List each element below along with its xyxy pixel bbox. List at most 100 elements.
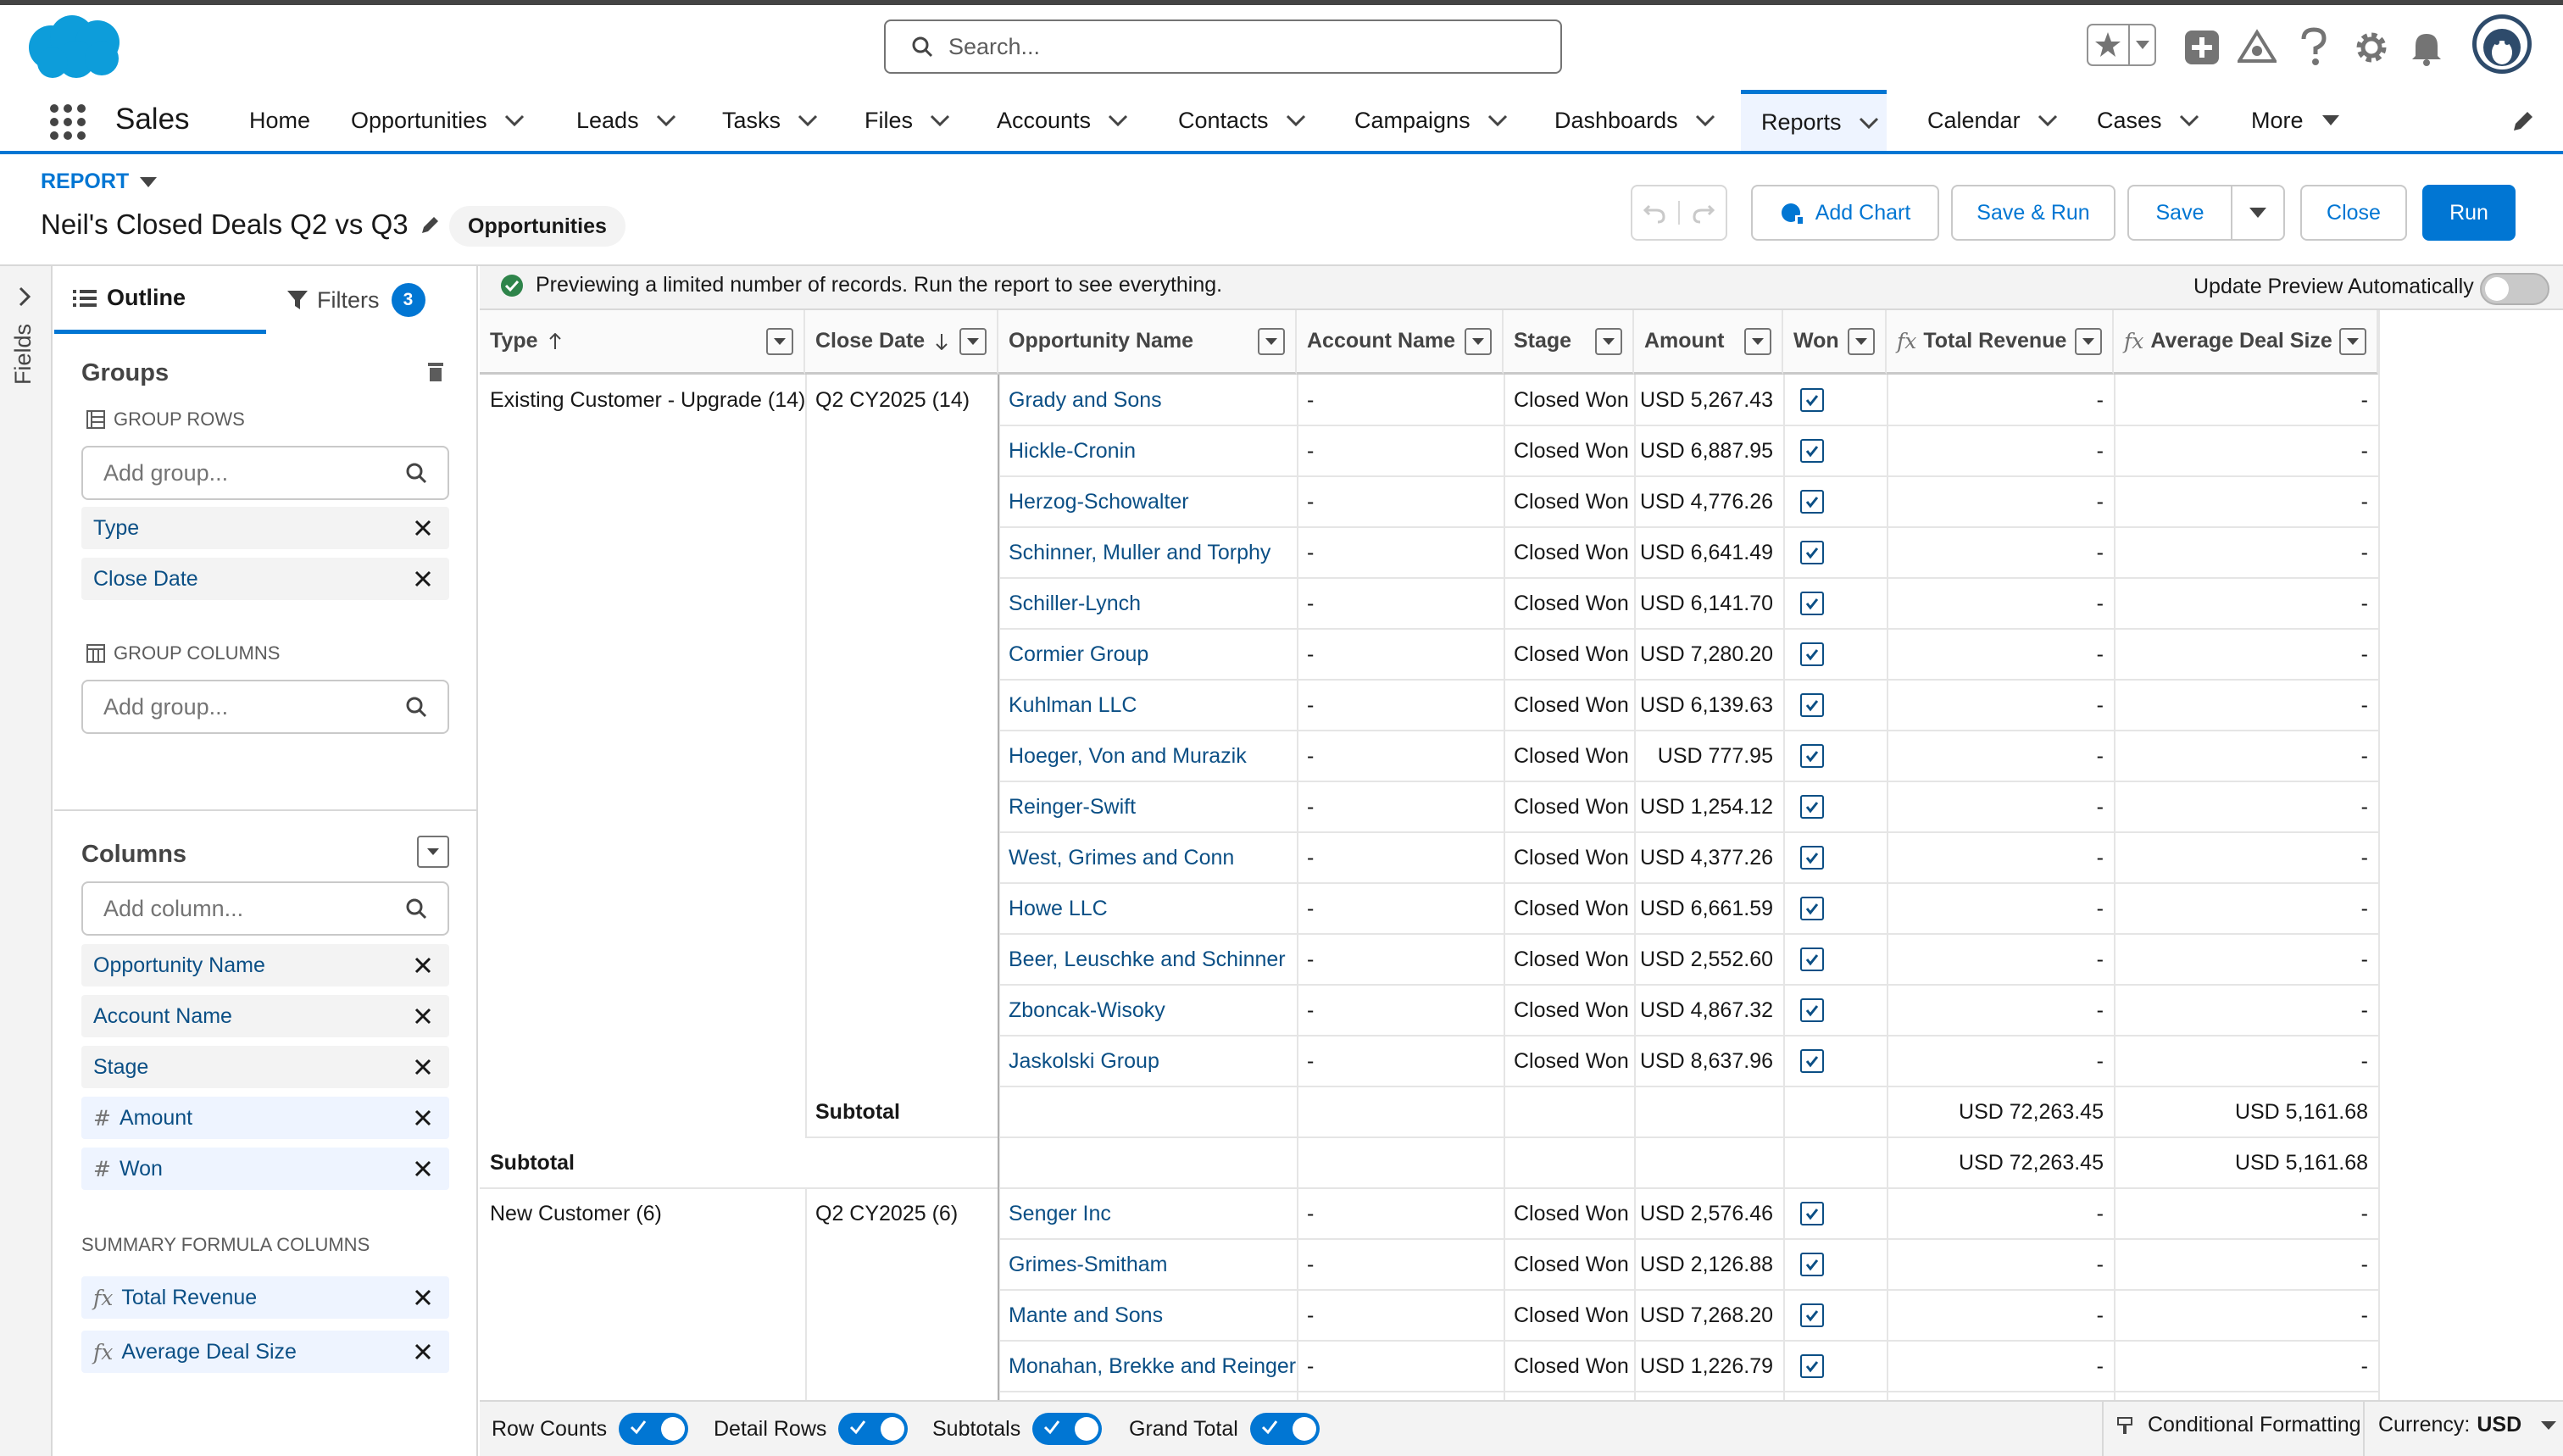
close-icon[interactable] <box>414 1109 432 1127</box>
close-icon[interactable] <box>414 1058 432 1076</box>
nav-item-files[interactable]: Files <box>851 90 964 151</box>
nav-item-reports[interactable]: Reports <box>1741 90 1887 151</box>
subtotals-toggle[interactable] <box>1032 1413 1103 1445</box>
column-menu-dropdown[interactable] <box>1465 327 1492 355</box>
column-chip-stage[interactable]: Stage <box>81 1046 449 1088</box>
column-menu-dropdown[interactable] <box>766 327 793 355</box>
salesforce-logo[interactable] <box>25 12 125 80</box>
delete-groups-icon[interactable] <box>425 361 446 383</box>
close-icon[interactable] <box>414 956 432 975</box>
column-header-won[interactable]: Won <box>1783 310 1887 375</box>
opportunity-link[interactable]: Hickle-Cronin <box>998 425 1297 476</box>
nav-item-more[interactable]: More <box>2238 90 2355 151</box>
column-header-close-date[interactable]: Close Date <box>805 310 998 375</box>
edit-pencil-icon[interactable] <box>420 214 441 235</box>
nav-item-leads[interactable]: Leads <box>563 90 690 151</box>
summary-chip-total-revenue[interactable]: fx Total Revenue <box>81 1276 449 1319</box>
chevron-down-icon[interactable] <box>1695 114 1715 126</box>
opportunity-link[interactable]: Zboncak-Wisoky <box>998 985 1297 1036</box>
nav-item-tasks[interactable]: Tasks <box>709 90 831 151</box>
conditional-formatting-button[interactable]: Conditional Formatting <box>2117 1413 2361 1437</box>
column-menu-dropdown[interactable] <box>2075 327 2102 355</box>
nav-item-contacts[interactable]: Contacts <box>1165 90 1320 151</box>
nav-item-opportunities[interactable]: Opportunities <box>337 90 538 151</box>
trailhead-icon[interactable] <box>2238 29 2277 66</box>
chevron-down-icon[interactable] <box>1108 114 1128 126</box>
opportunity-link[interactable]: Beer, Leuschke and Schinner <box>998 934 1297 985</box>
redo-icon[interactable] <box>1680 201 1727 225</box>
opportunity-link[interactable]: Hoeger, Von and Murazik <box>998 731 1297 781</box>
nav-item-dashboards[interactable]: Dashboards <box>1541 90 1729 151</box>
opportunity-link[interactable]: Herzog-Schowalter <box>998 476 1297 527</box>
caret-down-icon[interactable] <box>2321 114 2341 127</box>
nav-item-accounts[interactable]: Accounts <box>983 90 1142 151</box>
column-menu-dropdown[interactable] <box>1744 327 1771 355</box>
opportunity-link[interactable]: Mante and Sons <box>998 1290 1297 1341</box>
chevron-down-icon[interactable] <box>1286 114 1306 126</box>
close-icon[interactable] <box>414 519 432 537</box>
fields-rail-label[interactable]: Fields <box>10 324 36 385</box>
column-header-total-revenue[interactable]: fx Total Revenue <box>1887 310 2114 375</box>
columns-menu-dropdown[interactable] <box>417 836 449 868</box>
close-icon[interactable] <box>414 570 432 588</box>
column-chip-account-name[interactable]: Account Name <box>81 995 449 1037</box>
fields-rail[interactable] <box>0 266 53 1456</box>
caret-down-icon[interactable] <box>139 176 158 188</box>
column-header-average-deal-size[interactable]: fx Average Deal Size <box>2114 310 2378 375</box>
add-chart-button[interactable]: Add Chart <box>1751 185 1939 241</box>
help-icon[interactable] <box>2299 27 2329 66</box>
save-and-run-button[interactable]: Save & Run <box>1951 185 2115 241</box>
global-search-input[interactable]: Search... <box>884 19 1562 74</box>
opportunity-link[interactable]: Reinger-Swift <box>998 781 1297 832</box>
chevron-down-icon[interactable] <box>504 114 525 126</box>
column-header-opportunity-name[interactable]: Opportunity Name <box>998 310 1297 375</box>
chevron-down-icon[interactable] <box>2179 114 2199 126</box>
edit-nav-pencil-icon[interactable] <box>2510 110 2534 134</box>
close-icon[interactable] <box>414 1159 432 1178</box>
opportunity-link[interactable]: Schinner, Muller and Torphy <box>998 527 1297 578</box>
run-button[interactable]: Run <box>2422 185 2516 241</box>
column-menu-dropdown[interactable] <box>1258 327 1285 355</box>
chevron-down-icon[interactable] <box>2038 114 2058 126</box>
opportunity-link[interactable]: Cormier Group <box>998 629 1297 680</box>
opportunity-link[interactable]: West, Grimes and Conn <box>998 832 1297 883</box>
chevron-down-icon[interactable] <box>798 114 818 126</box>
row-counts-toggle[interactable] <box>619 1413 689 1445</box>
opportunity-link[interactable]: Grady and Sons <box>998 375 1297 425</box>
group-row-chip-close-date[interactable]: Close Date <box>81 558 449 600</box>
global-add-icon[interactable] <box>2183 29 2221 66</box>
report-label[interactable]: REPORT <box>41 169 158 194</box>
summary-chip-average-deal-size[interactable]: fx Average Deal Size <box>81 1331 449 1373</box>
undo-icon[interactable] <box>1631 201 1680 225</box>
nav-item-calendar[interactable]: Calendar <box>1914 90 2071 151</box>
close-icon[interactable] <box>414 1007 432 1025</box>
save-options-dropdown[interactable] <box>2231 185 2285 241</box>
column-header-stage[interactable]: Stage <box>1504 310 1634 375</box>
favorites-star-icon[interactable] <box>2087 24 2156 66</box>
close-button[interactable]: Close <box>2300 185 2407 241</box>
column-header-amount[interactable]: Amount <box>1634 310 1783 375</box>
column-header-account-name[interactable]: Account Name <box>1297 310 1504 375</box>
opportunity-link[interactable]: Senger Inc <box>998 1188 1297 1239</box>
opportunity-link[interactable]: Schiller-Lynch <box>998 578 1297 629</box>
column-menu-dropdown[interactable] <box>2339 327 2366 355</box>
detail-rows-toggle[interactable] <box>838 1413 909 1445</box>
chevron-down-icon[interactable] <box>1859 117 1879 129</box>
column-menu-dropdown[interactable] <box>1848 327 1875 355</box>
app-launcher-icon[interactable] <box>49 103 86 141</box>
tab-outline[interactable]: Outline <box>54 266 266 334</box>
column-chip-won[interactable]: # Won <box>81 1148 449 1190</box>
close-icon[interactable] <box>414 1342 432 1361</box>
column-chip-amount[interactable]: # Amount <box>81 1097 449 1139</box>
chevron-right-icon[interactable] <box>17 286 32 307</box>
column-header-type[interactable]: Type <box>480 310 805 375</box>
opportunity-link[interactable]: Monahan, Brekke and Reinger <box>998 1341 1297 1392</box>
update-preview-toggle[interactable] <box>2480 273 2549 305</box>
opportunity-link[interactable]: Kuhlman LLC <box>998 680 1297 731</box>
tab-filters[interactable]: Filters 3 <box>266 266 478 334</box>
chevron-down-icon[interactable] <box>656 114 676 126</box>
add-group-column-input[interactable]: Add group... <box>81 680 449 734</box>
opportunity-link[interactable]: Howe LLC <box>998 883 1297 934</box>
notifications-bell-icon[interactable] <box>2409 29 2444 66</box>
opportunity-link[interactable]: Grimes-Smitham <box>998 1239 1297 1290</box>
